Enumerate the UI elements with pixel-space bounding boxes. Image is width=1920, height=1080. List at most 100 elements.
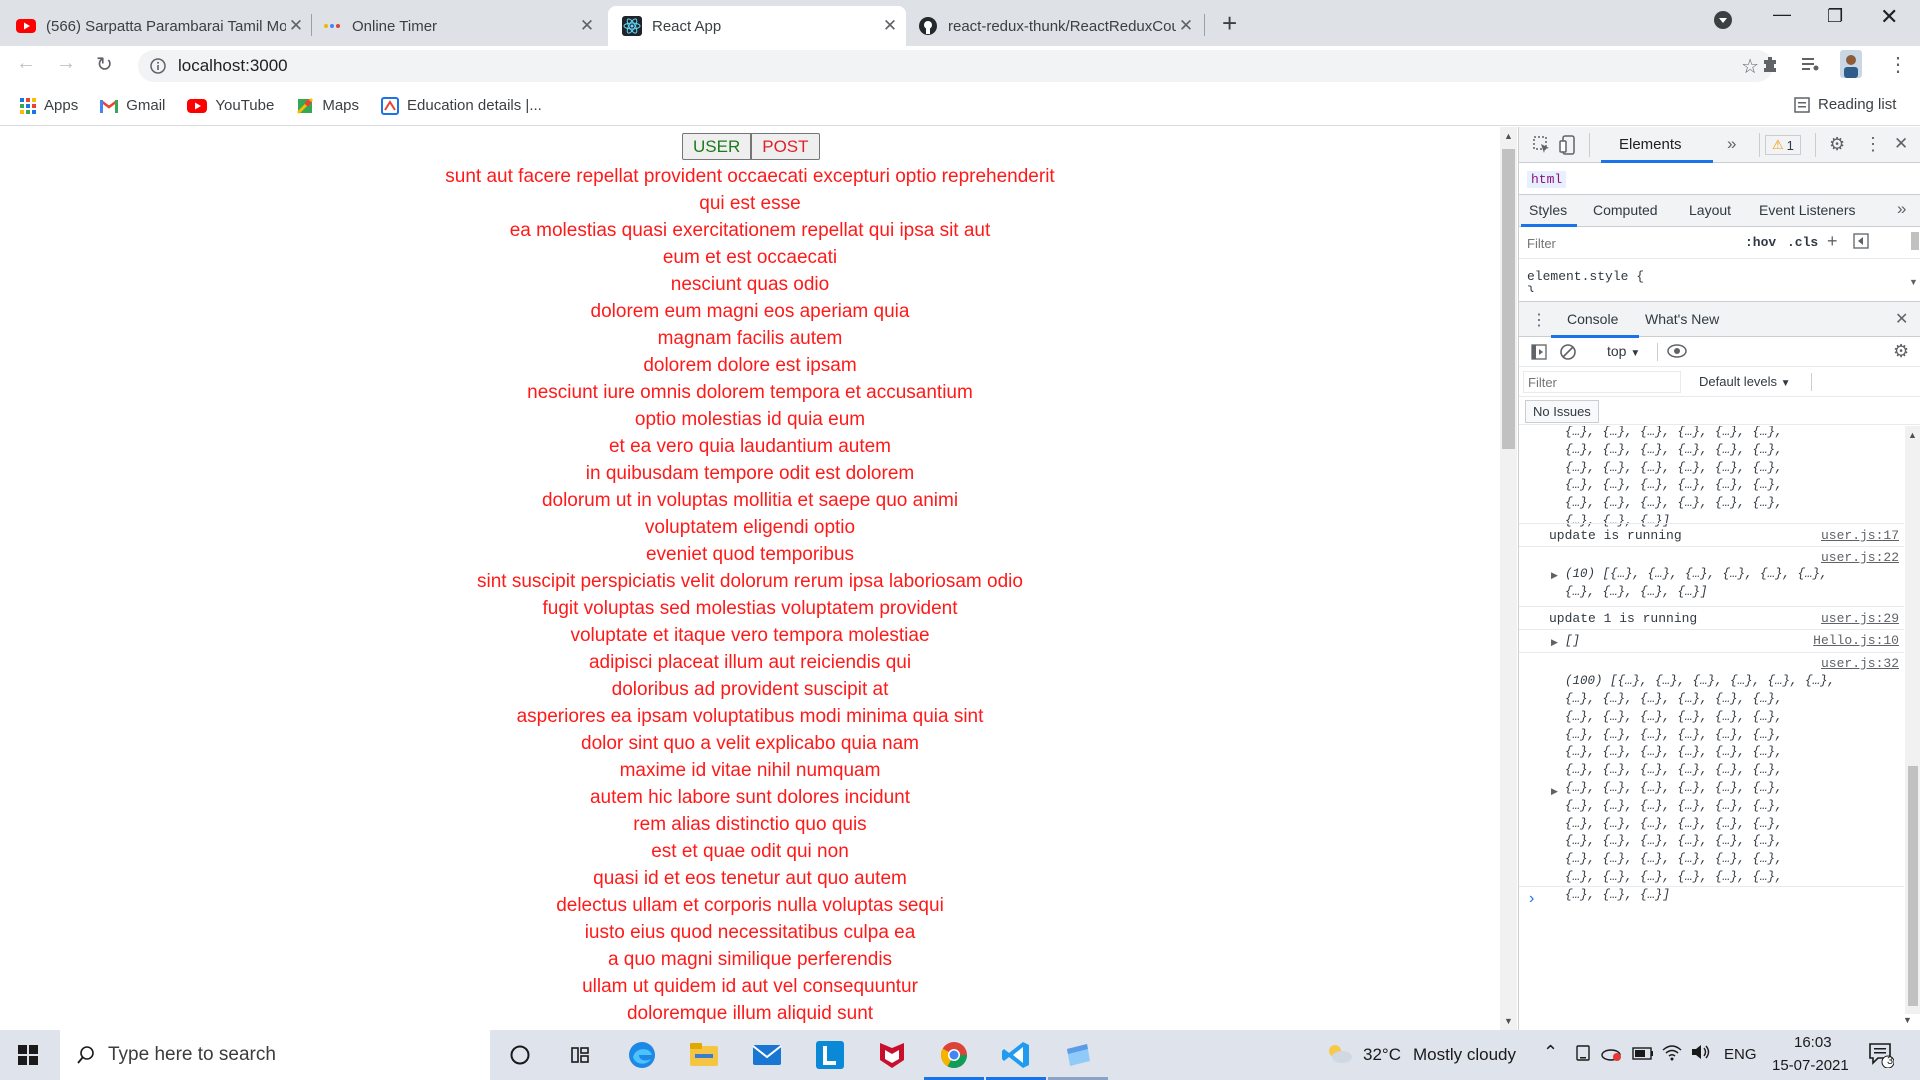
windows-start-icon[interactable] bbox=[18, 1045, 38, 1070]
new-rule-icon[interactable]: + bbox=[1827, 231, 1838, 252]
bookmark-star-icon[interactable]: ☆ bbox=[1741, 54, 1759, 79]
log-source-link[interactable]: Hello.js:10 bbox=[1813, 633, 1899, 648]
console-sidebar-icon[interactable] bbox=[1531, 344, 1547, 363]
tab-elements[interactable]: Elements bbox=[1619, 136, 1682, 153]
info-icon[interactable] bbox=[150, 58, 166, 74]
tab-event-listeners[interactable]: Event Listeners bbox=[1759, 202, 1856, 218]
extensions-icon[interactable] bbox=[1760, 54, 1780, 80]
vscode-icon[interactable] bbox=[999, 1038, 1033, 1072]
clock-time[interactable]: 16:03 bbox=[1794, 1034, 1832, 1051]
drawer-menu-icon[interactable]: ⋮ bbox=[1531, 310, 1547, 330]
tab-react-app[interactable]: React App ✕ bbox=[608, 6, 906, 46]
tab-computed[interactable]: Computed bbox=[1593, 202, 1658, 218]
tab-youtube[interactable]: (566) Sarpatta Parambarai Tamil Movie ✕ bbox=[16, 6, 306, 46]
scrollbar-thumb[interactable] bbox=[1502, 149, 1515, 449]
generic-app-icon[interactable] bbox=[1061, 1038, 1095, 1072]
tab-close-icon[interactable]: ✕ bbox=[286, 16, 306, 36]
weather-cloud-icon[interactable] bbox=[1326, 1043, 1354, 1070]
hov-toggle[interactable]: :hov bbox=[1745, 235, 1776, 250]
launcher-app-icon[interactable] bbox=[813, 1038, 847, 1072]
taskbar-search-box[interactable]: Type here to search bbox=[60, 1030, 490, 1080]
live-expression-eye-icon[interactable] bbox=[1667, 343, 1687, 362]
post-button[interactable]: POST bbox=[751, 133, 820, 160]
input-language[interactable]: ENG bbox=[1724, 1046, 1757, 1063]
log-source-link[interactable]: user.js:32 bbox=[1821, 656, 1899, 671]
device-toolbar-icon[interactable] bbox=[1559, 135, 1577, 158]
more-tabs-icon[interactable]: » bbox=[1897, 199, 1906, 219]
maximize-icon[interactable]: ❐ bbox=[1827, 6, 1843, 27]
tab-styles[interactable]: Styles bbox=[1529, 202, 1567, 218]
styles-filter-input[interactable] bbox=[1523, 231, 1741, 255]
profile-avatar[interactable] bbox=[1840, 50, 1862, 84]
new-tab-button[interactable]: + bbox=[1222, 8, 1237, 39]
cortana-icon[interactable] bbox=[503, 1038, 537, 1072]
tab-close-icon[interactable]: ✕ bbox=[880, 16, 900, 36]
volume-icon[interactable] bbox=[1691, 1043, 1711, 1066]
close-window-icon[interactable]: ✕ bbox=[1880, 4, 1898, 30]
log-array-100[interactable]: (100) [{…}, {…}, {…}, {…}, {…}, {…}, bbox=[1565, 673, 1835, 691]
device-icon[interactable] bbox=[1574, 1044, 1592, 1067]
scrollbar-thumb[interactable] bbox=[1908, 766, 1918, 1006]
styles-scrollbar-thumb[interactable] bbox=[1911, 232, 1919, 250]
log-source-link[interactable]: user.js:17 bbox=[1821, 528, 1899, 543]
clock-date[interactable]: 15-07-2021 bbox=[1772, 1057, 1849, 1074]
log-source-link[interactable]: user.js:22 bbox=[1821, 550, 1899, 565]
forward-icon[interactable]: → bbox=[56, 52, 76, 75]
warnings-badge[interactable]: ⚠ 1 bbox=[1765, 135, 1801, 155]
mail-icon[interactable] bbox=[750, 1038, 784, 1072]
close-drawer-icon[interactable]: ✕ bbox=[1895, 309, 1908, 329]
weather-temp[interactable]: 32°C bbox=[1363, 1045, 1401, 1065]
context-selector[interactable]: top ▼ bbox=[1607, 343, 1640, 359]
expand-triangle-icon[interactable]: ▶ bbox=[1551, 786, 1558, 797]
expand-triangle-icon[interactable]: ▶ bbox=[1551, 570, 1558, 581]
element-style-rule[interactable]: element.style { bbox=[1527, 269, 1644, 284]
toggle-sidebar-icon[interactable] bbox=[1853, 233, 1869, 252]
tab-layout[interactable]: Layout bbox=[1689, 202, 1731, 218]
file-explorer-icon[interactable] bbox=[687, 1038, 721, 1072]
close-devtools-icon[interactable]: ✕ bbox=[1894, 134, 1908, 154]
log-source-link[interactable]: user.js:29 bbox=[1821, 611, 1899, 626]
tab-online-timer[interactable]: Online Timer ✕ bbox=[322, 6, 597, 46]
bookmark-education[interactable]: Education details |... bbox=[381, 96, 542, 115]
settings-gear-icon[interactable]: ⚙ bbox=[1829, 134, 1845, 155]
weather-text[interactable]: Mostly cloudy bbox=[1413, 1045, 1516, 1065]
inspect-element-icon[interactable] bbox=[1533, 136, 1551, 157]
wifi-icon[interactable] bbox=[1662, 1044, 1682, 1067]
tab-close-icon[interactable]: ✕ bbox=[577, 16, 597, 36]
task-view-icon[interactable] bbox=[563, 1038, 597, 1072]
cls-toggle[interactable]: .cls bbox=[1787, 235, 1818, 250]
tab-whats-new[interactable]: What's New bbox=[1645, 311, 1719, 327]
scroll-up-icon[interactable]: ▲ bbox=[1504, 131, 1513, 141]
tab-github[interactable]: react-redux-thunk/ReactReduxCounter ✕ bbox=[918, 6, 1196, 46]
log-empty-array[interactable]: [] bbox=[1565, 633, 1580, 651]
console-settings-gear-icon[interactable]: ⚙ bbox=[1893, 341, 1909, 362]
back-icon[interactable]: ← bbox=[16, 52, 36, 75]
more-tabs-icon[interactable]: » bbox=[1727, 134, 1736, 154]
expand-triangle-icon[interactable]: ▶ bbox=[1551, 637, 1558, 648]
console-filter-input[interactable] bbox=[1523, 371, 1681, 393]
edge-icon[interactable] bbox=[625, 1038, 659, 1072]
log-array-10[interactable]: (10) [{…}, {…}, {…}, {…}, {…}, {…}, bbox=[1565, 566, 1828, 584]
reading-list[interactable]: Reading list bbox=[1794, 96, 1896, 113]
no-issues-button[interactable]: No Issues bbox=[1525, 400, 1599, 423]
bookmark-maps[interactable]: Maps bbox=[296, 97, 359, 115]
chrome-icon[interactable] bbox=[937, 1038, 971, 1072]
devtools-menu-icon[interactable]: ⋮ bbox=[1864, 134, 1882, 155]
battery-icon[interactable] bbox=[1632, 1046, 1654, 1066]
onedrive-icon[interactable] bbox=[1600, 1044, 1622, 1067]
tab-close-icon[interactable]: ✕ bbox=[1176, 16, 1196, 36]
scroll-up-icon[interactable]: ▲ bbox=[1908, 430, 1917, 440]
console-scrollbar[interactable]: ▲ bbox=[1905, 426, 1920, 1014]
console-prompt-icon[interactable]: › bbox=[1529, 890, 1534, 908]
page-scrollbar[interactable]: ▲ ▼ bbox=[1500, 127, 1517, 1030]
scroll-down-icon[interactable]: ▼ bbox=[1909, 277, 1918, 287]
breadcrumb-html[interactable]: html bbox=[1527, 171, 1567, 188]
tab-console[interactable]: Console bbox=[1567, 311, 1618, 327]
bookmark-apps[interactable]: Apps bbox=[20, 97, 78, 114]
bookmark-gmail[interactable]: Gmail bbox=[100, 97, 165, 114]
media-control-icon[interactable] bbox=[1800, 54, 1820, 80]
chrome-menu-icon[interactable]: ⋮ bbox=[1888, 52, 1908, 77]
reload-icon[interactable]: ↻ bbox=[96, 52, 113, 77]
log-levels-dropdown[interactable]: Default levels ▼ bbox=[1699, 374, 1791, 389]
user-button[interactable]: USER bbox=[682, 133, 752, 160]
